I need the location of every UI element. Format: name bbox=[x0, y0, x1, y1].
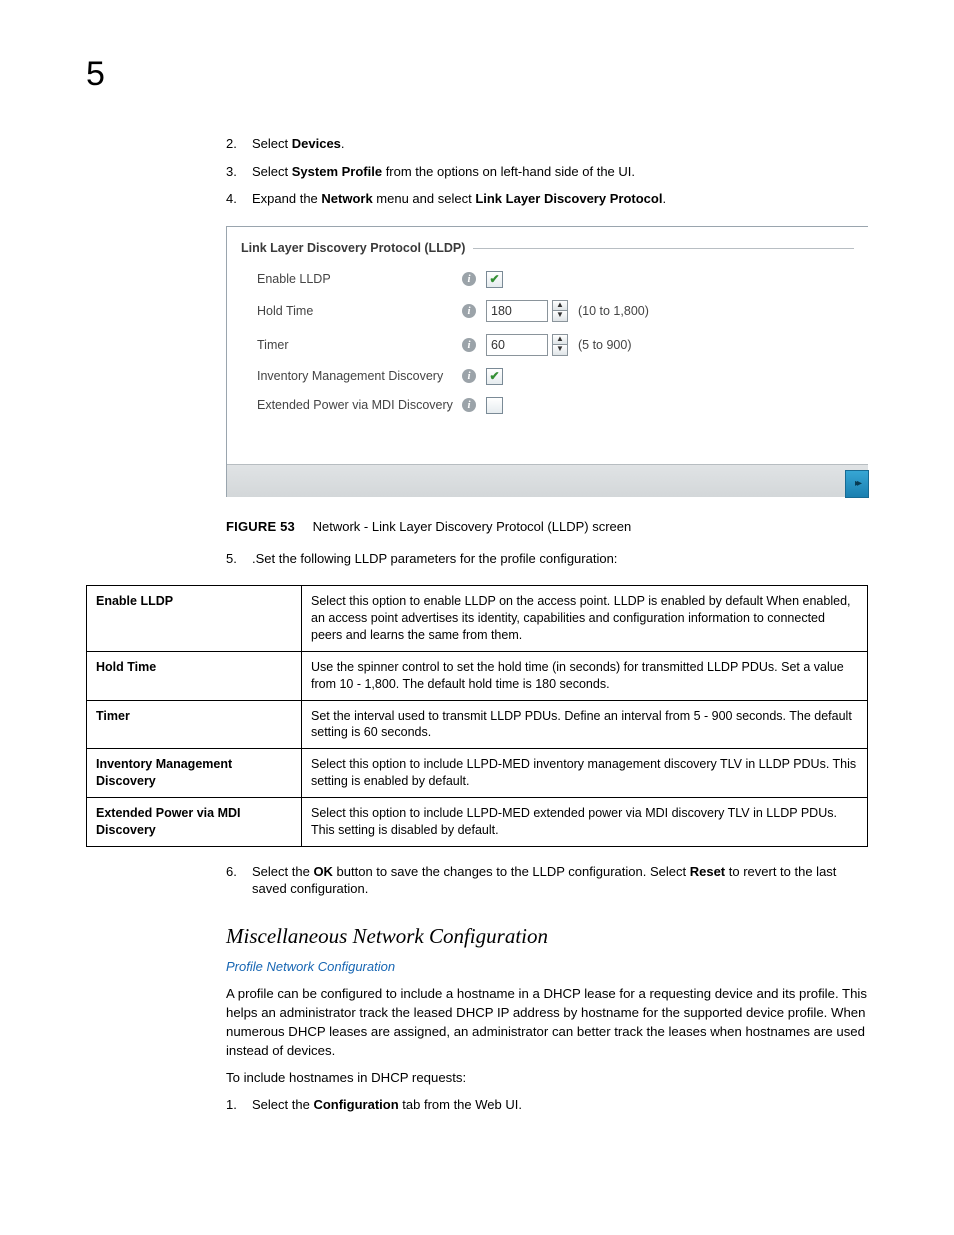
info-icon[interactable]: i bbox=[462, 398, 476, 412]
bold: OK bbox=[313, 864, 333, 879]
label: Enable LLDP bbox=[257, 272, 462, 286]
row-enable-lldp: Enable LLDP i bbox=[257, 265, 854, 294]
text: Select the bbox=[252, 864, 313, 879]
step-number: 5. bbox=[226, 550, 252, 568]
row-timer: Timer i ▲▼ (5 to 900) bbox=[257, 328, 854, 362]
spin-down-icon[interactable]: ▼ bbox=[553, 345, 567, 355]
table-row: Hold TimeUse the spinner control to set … bbox=[87, 651, 868, 700]
step-number: 6. bbox=[226, 863, 252, 898]
step-text: .Set the following LLDP parameters for t… bbox=[252, 550, 868, 568]
page: 5 2. Select Devices. 3. Select System Pr… bbox=[0, 0, 954, 1191]
lldp-panel: Link Layer Discovery Protocol (LLDP) Ena… bbox=[226, 226, 868, 497]
info-icon[interactable]: i bbox=[462, 338, 476, 352]
label: Inventory Management Discovery bbox=[257, 369, 462, 383]
step-number: 4. bbox=[226, 190, 252, 208]
param-name: Hold Time bbox=[87, 651, 302, 700]
info-icon[interactable]: i bbox=[462, 272, 476, 286]
row-ext-power: Extended Power via MDI Discovery i bbox=[257, 391, 854, 420]
hold-time-input[interactable] bbox=[486, 300, 548, 322]
bold: Reset bbox=[690, 864, 725, 879]
text: . bbox=[662, 191, 666, 206]
bold: Network bbox=[321, 191, 372, 206]
text: Select the bbox=[252, 1097, 313, 1112]
param-desc: Use the spinner control to set the hold … bbox=[302, 651, 868, 700]
text: Select bbox=[252, 136, 292, 151]
param-name: Inventory Management Discovery bbox=[87, 749, 302, 798]
step-5: 5. .Set the following LLDP parameters fo… bbox=[226, 550, 868, 568]
step-3: 3. Select System Profile from the option… bbox=[226, 163, 868, 181]
label: Timer bbox=[257, 338, 462, 352]
row-hold-time: Hold Time i ▲▼ (10 to 1,800) bbox=[257, 294, 854, 328]
step-2: 2. Select Devices. bbox=[226, 135, 868, 153]
row-inventory-mgmt: Inventory Management Discovery i bbox=[257, 362, 854, 391]
rule-line bbox=[473, 248, 854, 249]
param-name: Timer bbox=[87, 700, 302, 749]
figure-53: Link Layer Discovery Protocol (LLDP) Ena… bbox=[226, 226, 868, 497]
label: Extended Power via MDI Discovery bbox=[257, 398, 462, 412]
fieldset-header: Link Layer Discovery Protocol (LLDP) bbox=[241, 241, 854, 255]
table-row: Enable LLDPSelect this option to enable … bbox=[87, 586, 868, 652]
bottom-steps: 1. Select the Configuration tab from the… bbox=[226, 1096, 868, 1114]
param-name: Extended Power via MDI Discovery bbox=[87, 798, 302, 847]
text: button to save the changes to the LLDP c… bbox=[333, 864, 690, 879]
label: Hold Time bbox=[257, 304, 462, 318]
param-name: Enable LLDP bbox=[87, 586, 302, 652]
section-heading: Miscellaneous Network Configuration bbox=[226, 924, 868, 949]
timer-spinner[interactable]: ▲▼ bbox=[486, 334, 568, 356]
content-area: 2. Select Devices. 3. Select System Prof… bbox=[226, 50, 868, 1113]
hold-time-spinner[interactable]: ▲▼ bbox=[486, 300, 568, 322]
spin-down-icon[interactable]: ▼ bbox=[553, 311, 567, 321]
step-number: 2. bbox=[226, 135, 252, 153]
paragraph: A profile can be configured to include a… bbox=[226, 984, 868, 1061]
info-icon[interactable]: i bbox=[462, 369, 476, 383]
step-6-list: 6. Select the OK button to save the chan… bbox=[226, 863, 868, 898]
range-hint: (10 to 1,800) bbox=[578, 304, 649, 318]
figure-caption: FIGURE 53 Network - Link Layer Discovery… bbox=[226, 519, 868, 534]
param-desc: Select this option to enable LLDP on the… bbox=[302, 586, 868, 652]
enable-lldp-checkbox[interactable] bbox=[486, 271, 503, 288]
table-row: Inventory Management DiscoverySelect thi… bbox=[87, 749, 868, 798]
text: menu and select bbox=[373, 191, 476, 206]
page-number: 5 bbox=[86, 55, 105, 94]
bold: Link Layer Discovery Protocol bbox=[475, 191, 662, 206]
text: Select bbox=[252, 164, 292, 179]
figure-text: Network - Link Layer Discovery Protocol … bbox=[313, 519, 632, 534]
paragraph: To include hostnames in DHCP requests: bbox=[226, 1068, 868, 1087]
step-4: 4. Expand the Network menu and select Li… bbox=[226, 190, 868, 208]
param-desc: Set the interval used to transmit LLDP P… bbox=[302, 700, 868, 749]
scroll-right-button[interactable] bbox=[845, 470, 869, 498]
bold: Devices bbox=[292, 136, 341, 151]
step-5-list: 5. .Set the following LLDP parameters fo… bbox=[226, 550, 868, 568]
steps-top: 2. Select Devices. 3. Select System Prof… bbox=[226, 135, 868, 208]
panel-footer bbox=[227, 464, 868, 497]
table-row: TimerSet the interval used to transmit L… bbox=[87, 700, 868, 749]
bold: System Profile bbox=[292, 164, 382, 179]
timer-input[interactable] bbox=[486, 334, 548, 356]
step-6: 6. Select the OK button to save the chan… bbox=[226, 863, 868, 898]
inventory-mgmt-checkbox[interactable] bbox=[486, 368, 503, 385]
text: . bbox=[341, 136, 345, 151]
bold: Configuration bbox=[313, 1097, 398, 1112]
param-desc: Select this option to include LLPD-MED i… bbox=[302, 749, 868, 798]
figure-label: FIGURE 53 bbox=[226, 519, 295, 534]
step-number: 1. bbox=[226, 1096, 252, 1114]
table-row: Extended Power via MDI DiscoverySelect t… bbox=[87, 798, 868, 847]
param-desc: Select this option to include LLPD-MED e… bbox=[302, 798, 868, 847]
step-number: 3. bbox=[226, 163, 252, 181]
text: Expand the bbox=[252, 191, 321, 206]
info-icon[interactable]: i bbox=[462, 304, 476, 318]
profile-network-link[interactable]: Profile Network Configuration bbox=[226, 959, 868, 974]
ext-power-checkbox[interactable] bbox=[486, 397, 503, 414]
fieldset-title: Link Layer Discovery Protocol (LLDP) bbox=[241, 241, 465, 255]
step-1: 1. Select the Configuration tab from the… bbox=[226, 1096, 868, 1114]
params-table: Enable LLDPSelect this option to enable … bbox=[86, 585, 868, 847]
text: from the options on left-hand side of th… bbox=[382, 164, 635, 179]
text: tab from the Web UI. bbox=[399, 1097, 522, 1112]
range-hint: (5 to 900) bbox=[578, 338, 632, 352]
